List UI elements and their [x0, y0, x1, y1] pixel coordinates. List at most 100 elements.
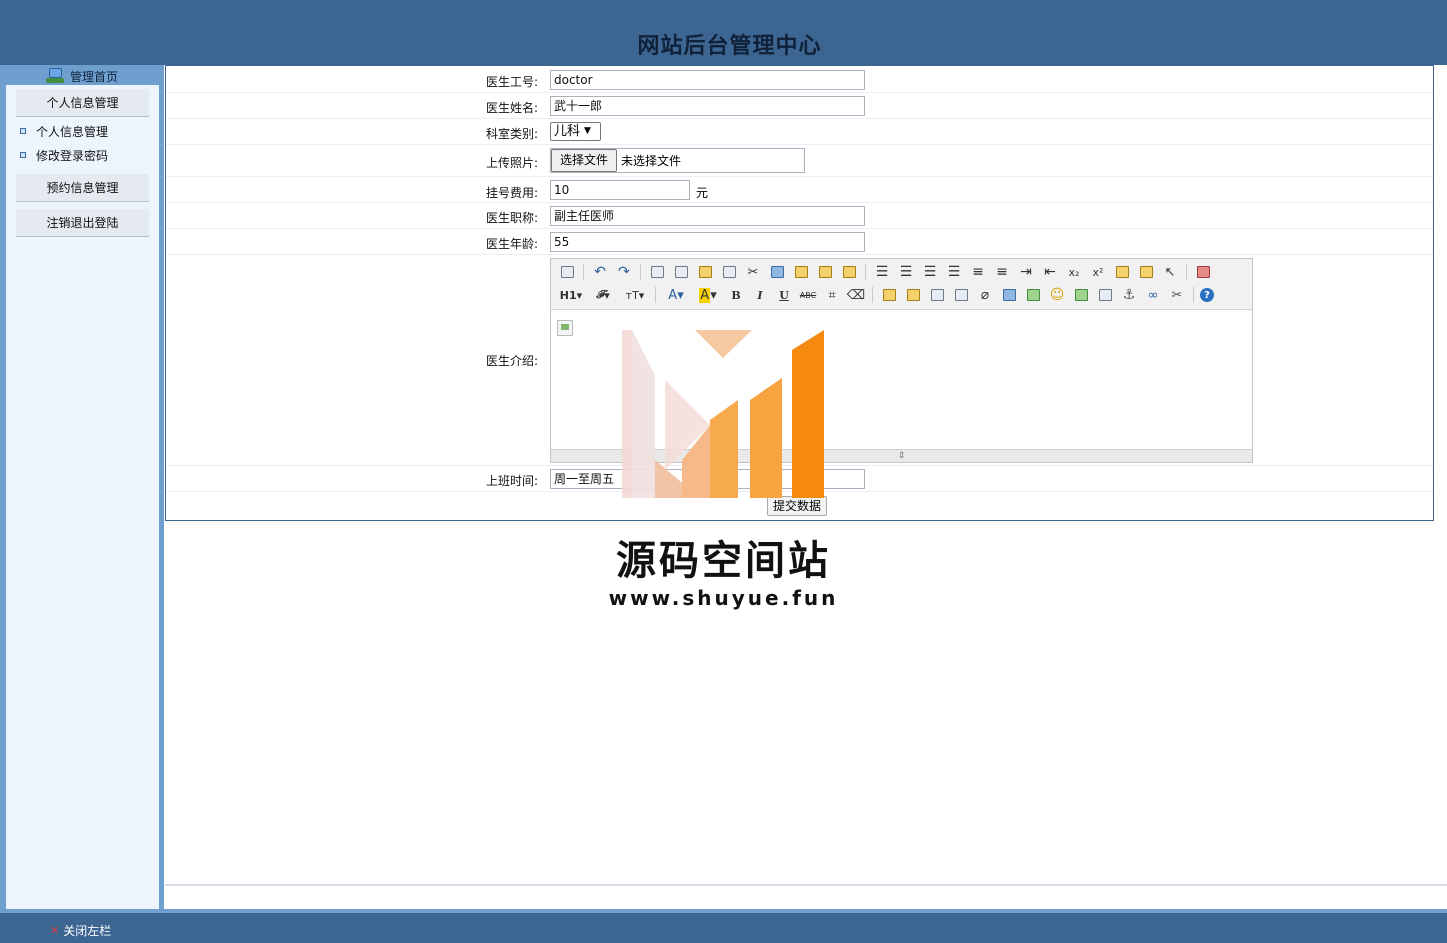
- paste-icon[interactable]: [791, 262, 811, 282]
- bullet-icon: [20, 128, 26, 134]
- redo-icon[interactable]: ↷: [614, 262, 634, 282]
- content-divider: [165, 884, 1447, 886]
- select-all-icon[interactable]: ↖: [1160, 262, 1180, 282]
- toolbar-row-2: H1 ▾ 𝓕 ▾ тT ▾ A ▾ A ▾ B I U ABC ⌗ ⌫ ⌀ ☺ …: [557, 284, 1218, 306]
- fee-unit: 元: [696, 186, 709, 200]
- subscript-icon[interactable]: x₂: [1064, 262, 1084, 282]
- admin-home-label: 管理首页: [70, 69, 119, 84]
- outdent-icon[interactable]: ⇤: [1040, 262, 1060, 282]
- ordered-list-icon[interactable]: ≡: [968, 262, 988, 282]
- table-icon[interactable]: [999, 285, 1019, 305]
- form-row-fee: 挂号费用: 10 元: [166, 177, 1433, 203]
- cut-icon[interactable]: ✂: [743, 262, 763, 282]
- indent-icon[interactable]: ⇥: [1016, 262, 1036, 282]
- file-status: 未选择文件: [621, 154, 682, 168]
- page-break-icon[interactable]: [1095, 285, 1115, 305]
- emoticon-icon[interactable]: ☺: [1047, 285, 1067, 305]
- unordered-list-icon[interactable]: ≡: [992, 262, 1012, 282]
- link-icon[interactable]: ∞: [1143, 285, 1163, 305]
- preview-icon[interactable]: [647, 262, 667, 282]
- age-label: 医生年龄:: [485, 237, 538, 251]
- form-row-doctor-name: 医生姓名: 武十一郎: [166, 93, 1433, 119]
- doctor-name-field[interactable]: 武十一郎: [550, 96, 865, 116]
- align-left-icon[interactable]: ☰: [872, 262, 892, 282]
- heading-icon[interactable]: H1 ▾: [557, 285, 585, 305]
- bullet-icon: [20, 152, 26, 158]
- close-left-panel-link[interactable]: ✕ 关闭左栏: [50, 922, 111, 939]
- chevron-down-icon: ▼: [584, 126, 591, 136]
- sidebar-section-logout[interactable]: 注销退出登陆: [16, 209, 149, 237]
- align-right-icon[interactable]: ☰: [920, 262, 940, 282]
- insert-image-icon[interactable]: [879, 285, 899, 305]
- form-row-photo: 上传照片: 选择文件 未选择文件: [166, 145, 1433, 177]
- fee-field[interactable]: 10: [550, 180, 690, 200]
- department-label: 科室类别:: [485, 127, 538, 141]
- italic-icon[interactable]: I: [750, 285, 770, 305]
- horizontal-line-icon[interactable]: ⌗: [822, 285, 842, 305]
- print-icon[interactable]: [671, 262, 691, 282]
- watermark-logo: [622, 330, 824, 498]
- doctor-id-label: 医生工号:: [485, 75, 538, 89]
- underline-icon[interactable]: U: [774, 285, 794, 305]
- photo-label: 上传照片:: [485, 156, 538, 170]
- title-label: 医生职称:: [485, 211, 538, 225]
- title-field[interactable]: 副主任医师: [550, 206, 865, 226]
- unlink-icon[interactable]: ✂: [1167, 285, 1187, 305]
- multi-image-icon[interactable]: [903, 285, 923, 305]
- help-icon[interactable]: ?: [1200, 288, 1214, 302]
- doctor-id-field[interactable]: doctor: [550, 70, 865, 90]
- align-center-icon[interactable]: ☰: [896, 262, 916, 282]
- image-map-icon[interactable]: [1071, 285, 1091, 305]
- doctor-name-label: 医生姓名:: [485, 101, 538, 115]
- attachment-icon[interactable]: ⌀: [975, 285, 995, 305]
- sidebar-item-change-password[interactable]: 修改登录密码: [20, 147, 108, 163]
- format-painter-icon[interactable]: [1136, 262, 1156, 282]
- anchor-icon[interactable]: ⚓: [1119, 285, 1139, 305]
- font-size-icon[interactable]: тT ▾: [621, 285, 649, 305]
- sidebar-section-personal-info[interactable]: 个人信息管理: [16, 89, 149, 117]
- form-row-department: 科室类别: 儿科 ▼: [166, 119, 1433, 145]
- undo-icon[interactable]: ↶: [590, 262, 610, 282]
- font-color-icon[interactable]: A ▾: [662, 285, 690, 305]
- flash-icon[interactable]: [927, 285, 947, 305]
- admin-home-link[interactable]: 管理首页: [46, 66, 118, 86]
- sidebar-section-appointments[interactable]: 预约信息管理: [16, 174, 149, 202]
- font-family-icon[interactable]: 𝓕 ▾: [589, 285, 617, 305]
- sidebar-item-personal-info[interactable]: 个人信息管理: [20, 123, 108, 139]
- department-value: 儿科: [554, 124, 581, 139]
- photo-upload-field: 选择文件 未选择文件: [550, 148, 805, 173]
- sidebar-item-label: 修改登录密码: [36, 148, 109, 163]
- clear-format-icon[interactable]: [1112, 262, 1132, 282]
- align-justify-icon[interactable]: ☰: [944, 262, 964, 282]
- broken-image-icon: [557, 320, 573, 336]
- background-color-icon[interactable]: A ▾: [694, 285, 722, 305]
- strikethrough-icon[interactable]: ABC: [798, 285, 818, 305]
- form-row-age: 医生年龄: 55: [166, 229, 1433, 255]
- work-time-label: 上班时间:: [485, 474, 538, 488]
- code-icon[interactable]: [719, 262, 739, 282]
- intro-label: 医生介绍:: [485, 354, 538, 368]
- close-icon: ✕: [50, 924, 60, 937]
- hr-icon[interactable]: [1023, 285, 1043, 305]
- choose-file-button[interactable]: 选择文件: [551, 149, 618, 172]
- superscript-icon[interactable]: x²: [1088, 262, 1108, 282]
- fullscreen-icon[interactable]: [1193, 262, 1213, 282]
- computer-icon: [46, 68, 64, 84]
- bottom-bar: [0, 913, 1447, 943]
- source-icon[interactable]: [557, 262, 577, 282]
- site-title: 网站后台管理中心: [637, 34, 822, 59]
- copy-icon[interactable]: [767, 262, 787, 282]
- sidebar-item-label: 个人信息管理: [36, 124, 109, 139]
- paste-word-icon[interactable]: [839, 262, 859, 282]
- eraser-icon[interactable]: ⌫: [846, 285, 866, 305]
- age-field[interactable]: 55: [550, 232, 865, 252]
- template-icon[interactable]: [695, 262, 715, 282]
- form-row-doctor-id: 医生工号: doctor: [166, 66, 1433, 93]
- close-left-label: 关闭左栏: [63, 924, 112, 938]
- video-icon[interactable]: [951, 285, 971, 305]
- department-select[interactable]: 儿科 ▼: [550, 122, 601, 141]
- bold-icon[interactable]: B: [726, 285, 746, 305]
- paste-text-icon[interactable]: [815, 262, 835, 282]
- watermark-title: 源码空间站: [616, 538, 831, 584]
- form-row-title: 医生职称: 副主任医师: [166, 203, 1433, 229]
